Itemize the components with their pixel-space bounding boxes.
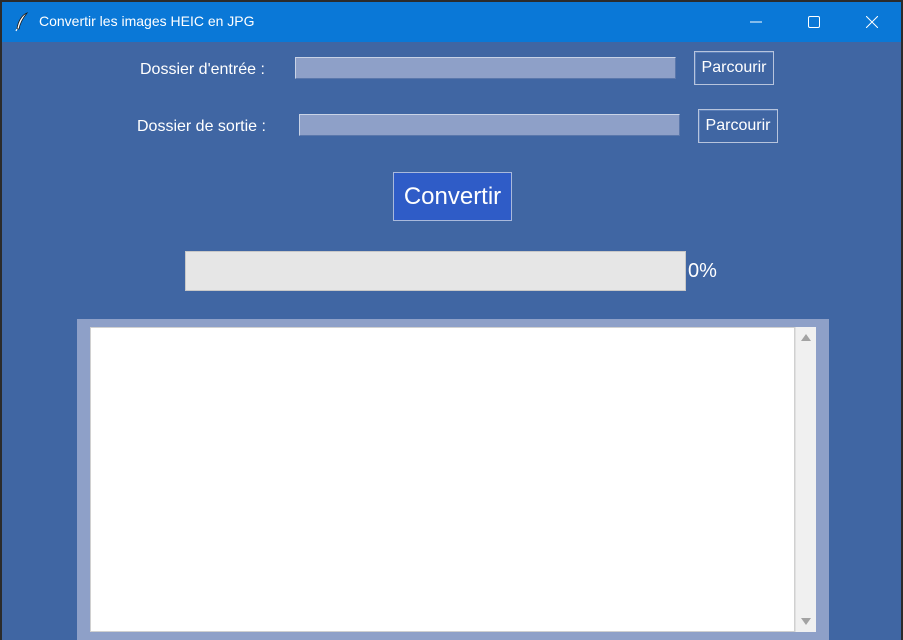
convert-button[interactable]: Convertir: [393, 172, 512, 221]
input-folder-field[interactable]: [295, 57, 676, 79]
maximize-button[interactable]: [785, 2, 843, 42]
feather-icon: [15, 12, 29, 32]
output-folder-label: Dossier de sortie :: [137, 118, 266, 135]
progress-percent: 0%: [688, 260, 717, 282]
close-icon: [866, 16, 878, 28]
close-button[interactable]: [843, 2, 901, 42]
log-frame: [77, 319, 829, 640]
log-scrollbar[interactable]: [795, 327, 816, 632]
title-bar[interactable]: Convertir les images HEIC en JPG: [2, 2, 901, 42]
browse-output-button[interactable]: Parcourir: [698, 109, 778, 143]
window-title: Convertir les images HEIC en JPG: [39, 13, 255, 29]
scroll-down-arrow-icon[interactable]: [801, 618, 811, 625]
input-folder-label: Dossier d'entrée :: [140, 61, 265, 78]
scroll-up-arrow-icon[interactable]: [801, 334, 811, 341]
progress-bar: [185, 251, 686, 291]
log-textbox[interactable]: [90, 327, 795, 632]
browse-input-button[interactable]: Parcourir: [694, 51, 774, 85]
app-window: Convertir les images HEIC en JPG Dossier…: [2, 2, 901, 640]
maximize-icon: [808, 16, 820, 28]
output-folder-field[interactable]: [299, 114, 680, 136]
minimize-icon: [750, 21, 762, 23]
minimize-button[interactable]: [727, 2, 785, 42]
